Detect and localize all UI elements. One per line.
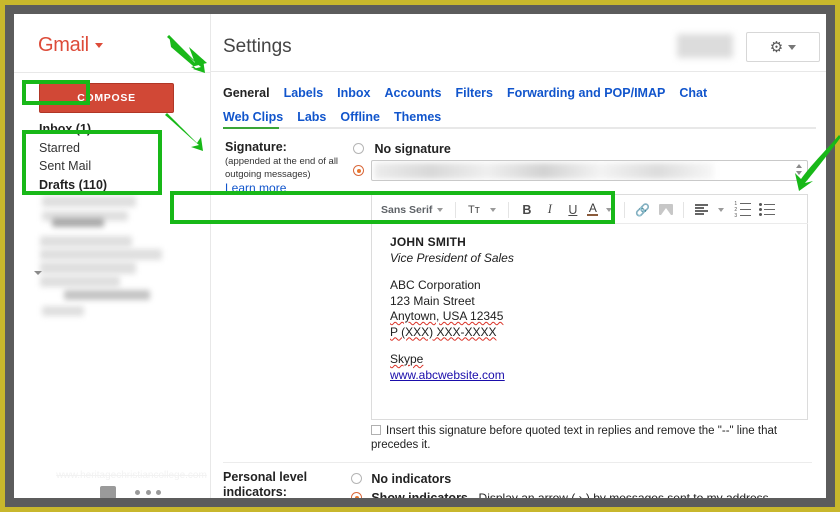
redacted-label-1[interactable] bbox=[42, 196, 136, 207]
chat-bubble-icon[interactable] bbox=[100, 486, 116, 498]
no-signature-radio[interactable] bbox=[353, 143, 364, 154]
show-indicators-option[interactable]: Show indicators - Display an arrow ( › )… bbox=[351, 489, 821, 498]
show-indicators-label: Show indicators bbox=[371, 491, 468, 498]
signature-account-select[interactable] bbox=[371, 160, 808, 181]
redacted-label-5[interactable] bbox=[40, 249, 162, 260]
tab-web-clips[interactable]: Web Clips bbox=[223, 110, 283, 124]
signature-skype: Skype bbox=[390, 352, 424, 366]
show-indicators-radio[interactable] bbox=[351, 492, 362, 498]
signature-content[interactable]: JOHN SMITH Vice President of Sales ABC C… bbox=[390, 235, 790, 383]
highlight-editor-toolbar bbox=[170, 191, 615, 224]
insert-image-icon[interactable] bbox=[658, 200, 673, 220]
redacted-label-8[interactable] bbox=[64, 290, 150, 300]
personal-indicators-label-line-2: indicators: bbox=[223, 485, 287, 498]
signature-phone: P (XXX) XXX-XXXX bbox=[390, 324, 497, 339]
signature-sub-line-1: (appended at the end of all bbox=[225, 156, 339, 167]
insert-before-quoted-option: Insert this signature before quoted text… bbox=[371, 424, 811, 452]
settings-tabs-row-1: General Labels Inbox Accounts Filters Fo… bbox=[223, 82, 816, 104]
tab-offline[interactable]: Offline bbox=[340, 110, 380, 124]
signature-city: Anytown, USA 12345 bbox=[390, 309, 504, 323]
annotation-arrow-signature bbox=[165, 113, 203, 151]
no-indicators-label: No indicators bbox=[371, 472, 452, 486]
gmail-logo[interactable]: Gmail bbox=[38, 34, 103, 57]
tab-accounts[interactable]: Accounts bbox=[385, 86, 442, 100]
no-indicators-radio[interactable] bbox=[351, 473, 362, 484]
tab-forwarding-pop-imap[interactable]: Forwarding and POP/IMAP bbox=[507, 86, 665, 100]
settings-gear-button[interactable]: ⚙ bbox=[746, 32, 820, 62]
signature-website-link[interactable]: www.abcwebsite.com bbox=[390, 368, 790, 384]
section-divider bbox=[223, 462, 812, 463]
redacted-label-7[interactable] bbox=[40, 276, 120, 287]
highlight-general-tab bbox=[22, 80, 90, 105]
tab-labs[interactable]: Labs bbox=[297, 110, 326, 124]
personal-indicators-options: No indicators Show indicators - Display … bbox=[351, 470, 821, 498]
chevron-down-icon bbox=[788, 44, 797, 50]
signature-label-block: Signature: (appended at the end of all o… bbox=[225, 140, 357, 196]
insert-before-quoted-checkbox[interactable] bbox=[371, 425, 381, 435]
annotation-arrow-toolbar bbox=[795, 135, 840, 191]
redacted-select-value bbox=[374, 163, 714, 179]
redacted-label-3[interactable] bbox=[52, 218, 104, 227]
insert-before-quoted-label: Insert this signature before quoted text… bbox=[371, 425, 778, 451]
align-left-icon[interactable] bbox=[694, 200, 709, 220]
chevron-down-icon[interactable] bbox=[718, 207, 725, 212]
redacted-label-6[interactable] bbox=[40, 262, 136, 274]
page-title: Settings bbox=[223, 36, 292, 57]
bulleted-list-icon[interactable] bbox=[759, 200, 776, 220]
signature-sub-line-2: outgoing messages) bbox=[225, 169, 311, 180]
no-signature-label: No signature bbox=[374, 142, 451, 156]
header-divider bbox=[211, 71, 826, 72]
ellipsis-icon[interactable] bbox=[135, 490, 161, 495]
link-icon[interactable]: 🔗 bbox=[635, 200, 650, 220]
signature-job-title: Vice President of Sales bbox=[390, 250, 514, 265]
watermark: www.heritagechristiancollege.com bbox=[56, 470, 207, 481]
annotation-arrow-general bbox=[167, 35, 207, 73]
signature-street: 123 Main Street bbox=[390, 293, 475, 308]
tab-chat[interactable]: Chat bbox=[679, 86, 707, 100]
tab-inbox[interactable]: Inbox bbox=[337, 86, 370, 100]
custom-signature-radio[interactable] bbox=[353, 165, 364, 176]
tab-labels[interactable]: Labels bbox=[284, 86, 324, 100]
signature-label: Signature: bbox=[225, 140, 287, 154]
no-indicators-option[interactable]: No indicators bbox=[351, 470, 821, 489]
settings-tabs-row-2: Web Clips Labs Offline Themes bbox=[223, 106, 816, 128]
show-indicators-description: - Display an arrow ( › ) by messages sen… bbox=[467, 491, 769, 498]
personal-indicators-label-line-1: Personal level bbox=[223, 470, 308, 484]
gear-icon: ⚙ bbox=[769, 38, 784, 56]
signature-editor: Sans Serif Tᴛ B I U A 🔗 1 2 3 JOHN SMITH… bbox=[371, 194, 808, 420]
expander-triangle-icon[interactable] bbox=[34, 271, 42, 275]
redacted-label-9[interactable] bbox=[42, 306, 84, 316]
signature-company: ABC Corporation bbox=[390, 278, 481, 292]
window-border: Gmail COMPOSE Inbox (1) Starred Sent Mai… bbox=[5, 5, 840, 507]
gmail-logo-text: Gmail bbox=[38, 34, 89, 56]
settings-tabs: General Labels Inbox Accounts Filters Fo… bbox=[223, 82, 816, 129]
personal-indicators-label: Personal level indicators: bbox=[223, 470, 353, 498]
redacted-account-chip[interactable] bbox=[677, 34, 733, 58]
tab-filters[interactable]: Filters bbox=[455, 86, 493, 100]
tab-underline bbox=[223, 127, 816, 129]
no-signature-option[interactable]: No signature bbox=[353, 140, 451, 158]
highlight-signature-label bbox=[22, 130, 162, 195]
numbered-list-icon[interactable]: 1 2 3 bbox=[734, 200, 752, 220]
redacted-label-4[interactable] bbox=[40, 236, 132, 247]
gmail-app: Gmail COMPOSE Inbox (1) Starred Sent Mai… bbox=[14, 14, 826, 498]
signature-name: JOHN SMITH bbox=[390, 235, 467, 249]
tab-general[interactable]: General bbox=[223, 86, 270, 100]
tab-themes[interactable]: Themes bbox=[394, 110, 441, 124]
screenshot-frame: Gmail COMPOSE Inbox (1) Starred Sent Mai… bbox=[0, 0, 840, 512]
chevron-down-icon bbox=[94, 43, 103, 48]
settings-main: Settings ⚙ General Labels Inbox Accounts… bbox=[210, 14, 826, 498]
